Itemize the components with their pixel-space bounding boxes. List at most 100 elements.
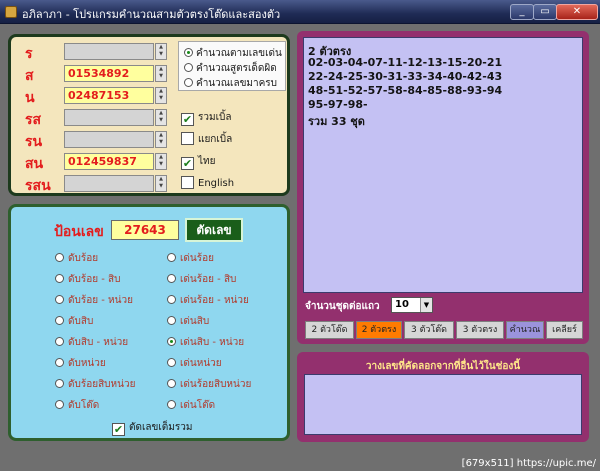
per-row-select[interactable]: 10 ▼ [391,297,433,313]
row-label-s: ส [25,68,34,84]
mode-option-1[interactable]: คำนวณสูตรเด็ดผิด [184,61,277,76]
row-label-rsn: รสน [25,178,51,194]
cut-number-button[interactable]: ตัดเลข [185,218,243,242]
result-line: รวม 33 ชุด [308,115,365,128]
radio-icon [55,295,64,304]
app-icon [5,6,17,18]
result-line: 95-97-98- [308,98,368,111]
checkbox-icon: ✔ [181,157,194,170]
row-label-rs: รส [25,112,42,128]
field-rs[interactable] [64,109,154,126]
radio-icon [184,63,193,72]
radio-icon [55,253,64,262]
check-full-cut[interactable]: ✔ ตัดเลขเต็มรวม [112,420,192,436]
spin-rn[interactable]: ▲ ▼ [155,131,167,148]
row-label-sn: สน [25,156,44,172]
option-left-3[interactable]: ดับสิบ [55,314,93,329]
result-line: 02-03-04-07-11-12-13-15-20-21 [308,56,503,69]
option-right-2[interactable]: เด่นร้อย - หน่วย [167,293,249,308]
watermark: [679x511] https://upic.me/ [461,458,596,469]
option-right-4[interactable]: เด่นสิบ - หน่วย [167,335,244,350]
option-left-7[interactable]: ดับโต๊ด [55,398,99,413]
radio-icon [167,295,176,304]
spin-rs[interactable]: ▲ ▼ [155,109,167,126]
radio-icon [55,400,64,409]
radio-icon [55,274,64,283]
option-right-6[interactable]: เด่นร้อยสิบหน่วย [167,377,251,392]
option-right-1[interactable]: เด่นร้อย - สิบ [167,272,236,287]
close-button[interactable]: ✕ [556,4,598,20]
result-line: 48-51-52-57-58-84-85-88-93-94 [308,84,503,97]
option-left-0[interactable]: ดับร้อย [55,251,98,266]
spin-rsn[interactable]: ▲ ▼ [155,175,167,192]
spin-sn[interactable]: ▲ ▼ [155,153,167,170]
digit-input-panel: ร ▲ ▼ ส 01534892 ▲ ▼ น 02487153 ▲ ▼ รส ▲ ▼ ร… [8,34,290,196]
option-left-6[interactable]: ดับร้อยสิบหน่วย [55,377,135,392]
calculate-button[interactable]: คำนวณ [506,321,544,339]
row-label-rn: รน [25,134,43,150]
mode-option-0[interactable]: คำนวณตามเลขเด่น [184,46,282,61]
radio-icon [167,400,176,409]
spin-r[interactable]: ▲ ▼ [155,43,167,60]
option-left-5[interactable]: ดับหน่วย [55,356,106,371]
field-r[interactable] [64,43,154,60]
spin-n[interactable]: ▲ ▼ [155,87,167,104]
mode-option-2[interactable]: คำนวณเลขมาครบ [184,76,277,91]
radio-icon [167,379,176,388]
field-sn[interactable]: 012459837 [64,153,154,170]
check-combine-double[interactable]: ✔ รวมเบิ้ล [181,110,231,126]
radio-icon [55,379,64,388]
paste-textarea[interactable] [304,374,582,435]
result-line: 22-24-25-30-31-33-34-40-42-43 [308,70,503,83]
field-n[interactable]: 02487153 [64,87,154,104]
restore-button[interactable]: ▭ [533,4,557,20]
radio-icon [167,253,176,262]
field-rsn[interactable] [64,175,154,192]
option-right-7[interactable]: เด่นโต๊ด [167,398,215,413]
result-panel: 2 ตัวตรง 02-03-04-07-11-12-13-15-20-21 2… [297,31,589,344]
radio-icon [55,358,64,367]
mode-group: คำนวณตามเลขเด่น คำนวณสูตรเด็ดผิด คำนวณเล… [178,41,286,91]
checkbox-icon [181,176,194,189]
check-split-double[interactable]: แยกเบิ้ล [181,132,232,147]
radio-icon [167,358,176,367]
row-label-r: ร [25,46,33,62]
number-label: ป้อนเลข [54,224,104,240]
option-left-2[interactable]: ดับร้อย - หน่วย [55,293,133,308]
radio-icon [167,316,176,325]
checkbox-icon: ✔ [112,423,125,436]
check-english[interactable]: English [181,176,234,189]
option-left-1[interactable]: ดับร้อย - สิบ [55,272,121,287]
minimize-button[interactable]: _ [510,4,534,20]
check-thai[interactable]: ✔ ไทย [181,154,215,170]
option-right-3[interactable]: เด่นสิบ [167,314,209,329]
radio-icon [184,78,193,87]
radio-icon [55,316,64,325]
per-row-label: จำนวนชุดต่อแถว [305,301,380,312]
field-rn[interactable] [64,131,154,148]
title-bar: อภิลาภา - โปรแกรมคำนวณสามตัวตรงโต๊ดและสอ… [0,0,600,24]
tab-3-tod[interactable]: 3 ตัวโต๊ด [404,321,454,339]
window-title: อภิลาภา - โปรแกรมคำนวณสามตัวตรงโต๊ดและสอ… [22,8,281,21]
checkbox-icon: ✔ [181,113,194,126]
option-left-4[interactable]: ดับสิบ - หน่วย [55,335,128,350]
option-right-5[interactable]: เด่นหน่วย [167,356,222,371]
radio-icon [167,337,176,346]
tab-3-straight[interactable]: 3 ตัวตรง [456,321,504,339]
clear-button[interactable]: เคลียร์ [546,321,583,339]
option-right-0[interactable]: เด่นร้อย [167,251,214,266]
checkbox-icon [181,132,194,145]
result-textarea[interactable]: 2 ตัวตรง 02-03-04-07-11-12-13-15-20-21 2… [303,37,583,293]
app-window: อภิลาภา - โปรแกรมคำนวณสามตัวตรงโต๊ดและสอ… [0,0,600,471]
radio-icon [55,337,64,346]
paste-title: วางเลขที่คัดลอกจากที่อื่นไว้ในช่องนี้ [365,361,521,372]
spin-s[interactable]: ▲ ▼ [155,65,167,82]
tab-2-tod[interactable]: 2 ตัวโต๊ด [305,321,354,339]
row-label-n: น [25,90,35,106]
dropdown-arrow-icon: ▼ [420,298,432,312]
tab-2-straight[interactable]: 2 ตัวตรง [356,321,402,339]
field-s[interactable]: 01534892 [64,65,154,82]
paste-panel: วางเลขที่คัดลอกจากที่อื่นไว้ในช่องนี้ [297,352,589,442]
number-input[interactable]: 27643 [111,220,179,240]
radio-icon [184,48,193,57]
